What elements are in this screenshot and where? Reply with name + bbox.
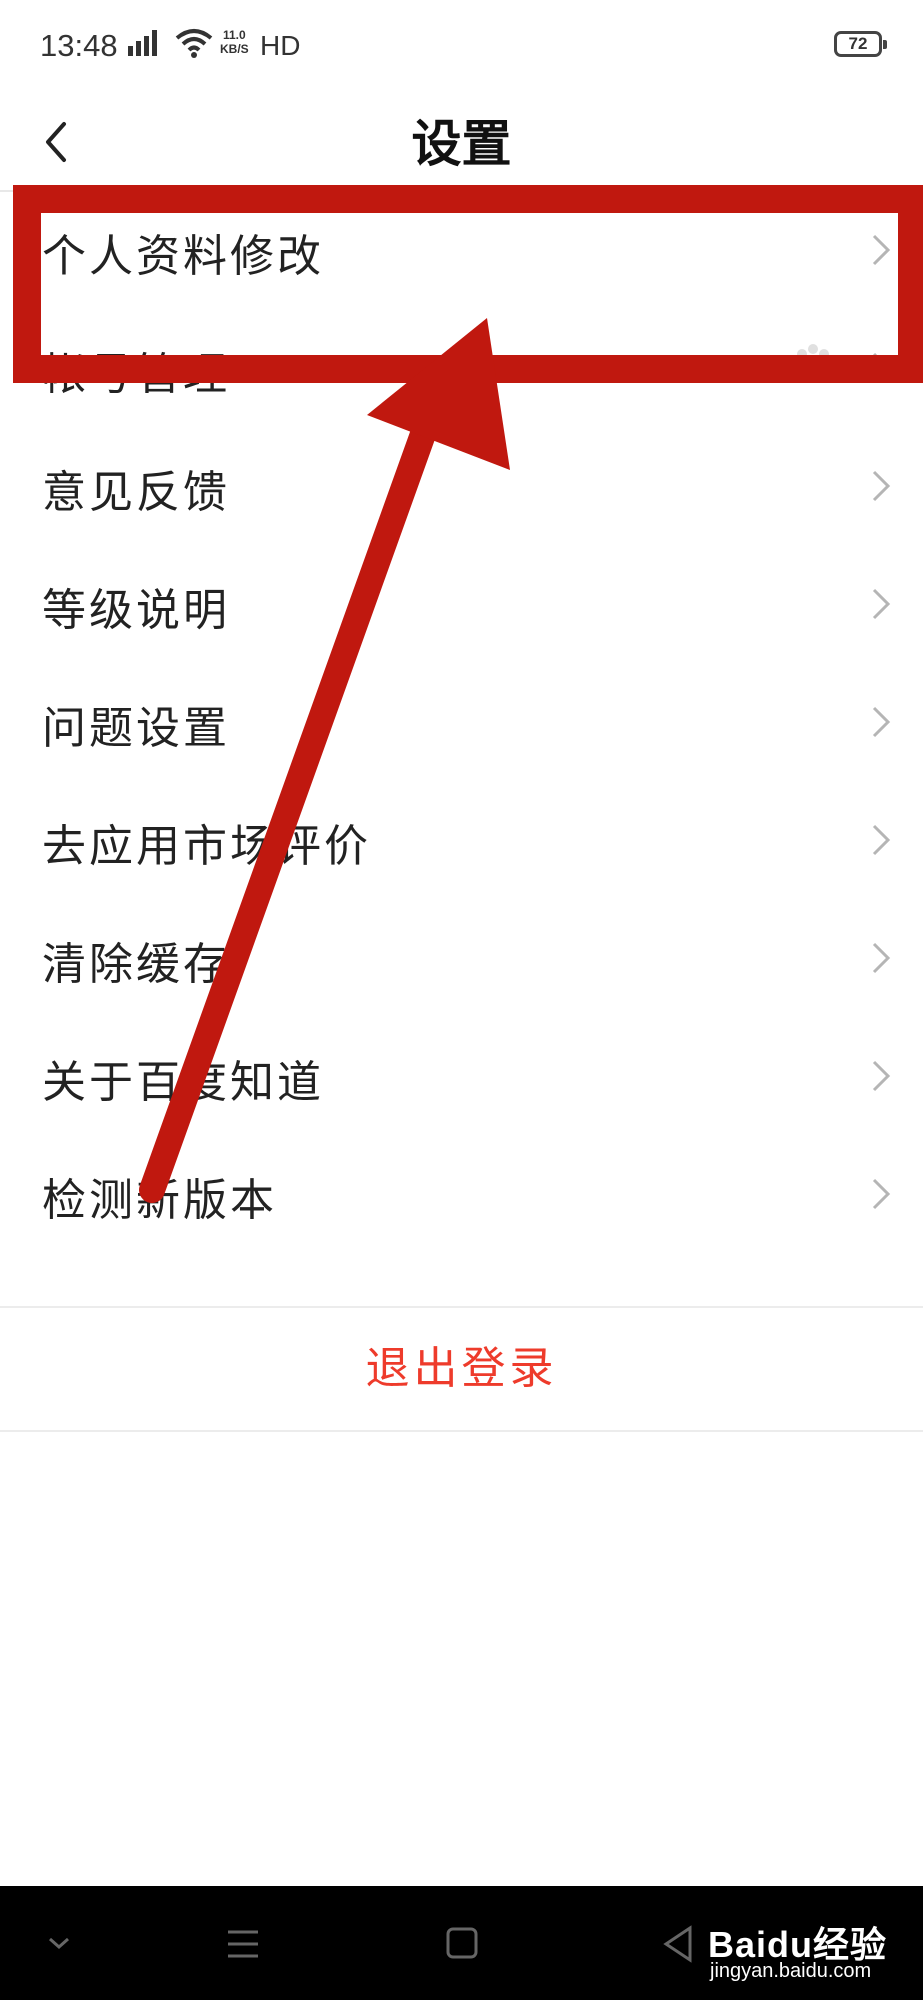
chevron-down-icon — [49, 1937, 69, 1950]
menu-item-rate-app[interactable]: 去应用市场评价 — [0, 780, 923, 898]
divider — [0, 1430, 923, 1432]
menu-item-label: 意见反馈 — [42, 467, 230, 518]
nav-collapse-button[interactable] — [44, 1914, 74, 1978]
chevron-right-icon — [872, 352, 891, 384]
menu-item-label: 等级说明 — [42, 585, 230, 636]
status-time: 13:48 — [40, 28, 118, 63]
chevron-right-icon — [872, 706, 891, 738]
menu-item-level-info[interactable]: 等级说明 — [0, 544, 923, 662]
chevron-right-icon — [872, 1178, 891, 1210]
wifi-icon — [174, 28, 214, 66]
menu-item-account[interactable]: 帐号管理 — [0, 308, 923, 426]
menu-item-label: 清除缓存 — [42, 939, 230, 990]
signal-icon — [126, 28, 166, 66]
chevron-right-icon — [872, 942, 891, 974]
header-bar: 设置 — [0, 92, 923, 192]
menu-item-feedback[interactable]: 意见反馈 — [0, 426, 923, 544]
menu-item-check-update[interactable]: 检测新版本 — [0, 1134, 923, 1252]
square-home-icon — [446, 1927, 478, 1959]
status-bar: 13:48 11.0 KB/S HD 72 — [0, 0, 923, 92]
nav-menu-button[interactable] — [225, 1914, 261, 1978]
chevron-right-icon — [872, 1060, 891, 1092]
menu-item-question-settings[interactable]: 问题设置 — [0, 662, 923, 780]
menu-item-label: 个人资料修改 — [42, 231, 324, 282]
nav-home-button[interactable] — [445, 1914, 479, 1978]
menu-item-profile-edit[interactable]: 个人资料修改 — [0, 190, 923, 308]
menu-item-clear-cache[interactable]: 清除缓存 — [0, 898, 923, 1016]
menu-item-about[interactable]: 关于百度知道 — [0, 1016, 923, 1134]
baidu-paw-icon — [792, 344, 834, 380]
menu-item-label: 问题设置 — [42, 703, 230, 754]
logout-button[interactable]: 退出登录 — [0, 1308, 923, 1430]
menu-item-label: 去应用市场评价 — [42, 821, 371, 872]
menu-icon — [228, 1930, 258, 1958]
menu-item-label: 帐号管理 — [42, 349, 230, 400]
network-speed: 11.0 KB/S — [220, 28, 249, 56]
menu-item-label: 检测新版本 — [42, 1175, 277, 1226]
page-title: 设置 — [411, 114, 512, 173]
chevron-right-icon — [872, 234, 891, 266]
chevron-right-icon — [872, 470, 891, 502]
menu-item-label: 关于百度知道 — [42, 1057, 324, 1108]
settings-menu: 个人资料修改 帐号管理 意见反馈 等级说明 问题设置 去应用市场评价 清除缓存 … — [0, 190, 923, 1252]
hd-indicator: HD — [260, 30, 301, 61]
chevron-right-icon — [872, 588, 891, 620]
baidu-watermark: Baidu经验 jingyan.baidu.com — [660, 1886, 923, 2000]
watermark-url: jingyan.baidu.com — [710, 1960, 872, 1982]
speed-unit: KB/S — [220, 42, 249, 56]
speed-value: 11.0 — [222, 28, 246, 42]
battery-level: 72 — [848, 34, 868, 53]
battery-icon: 72 — [834, 31, 887, 57]
chevron-right-icon — [872, 824, 891, 856]
